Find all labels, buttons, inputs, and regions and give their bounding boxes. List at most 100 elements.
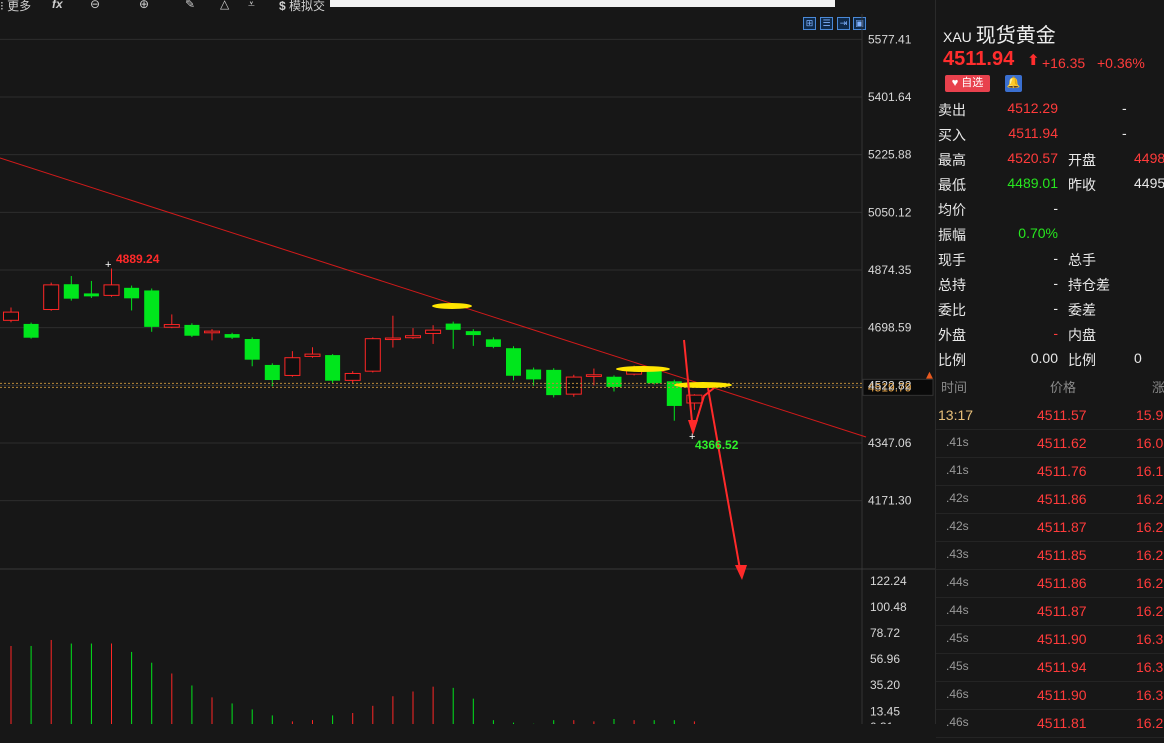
quote-row: 最高 4520.57 开盘 4498 <box>936 150 1164 175</box>
tick-header-price: 价格 <box>1050 380 1077 395</box>
highlight-marker <box>674 382 732 388</box>
volume-axis-label: 122.24 <box>870 574 907 588</box>
tick-row: 13:17 4511.57 15.9 <box>936 407 1164 435</box>
quote-label: 委差 <box>1068 302 1096 318</box>
candle-body <box>606 376 622 387</box>
candle-body <box>546 369 562 396</box>
tick-row: .41s 4511.62 16.0 <box>936 435 1164 463</box>
tick-change: 16.2 <box>1136 491 1164 507</box>
quote-panel: XAU 现货黄金 4511.94 ⬆ +16.35 +0.36% ♥ 自选 🔔 卖… <box>935 0 1164 738</box>
candle-body <box>144 290 160 327</box>
download-icon[interactable]: ⩡ <box>248 0 255 12</box>
candle-body <box>485 339 501 347</box>
quote-label: 持仓差 <box>1068 277 1110 293</box>
tick-time: 13:17 <box>938 407 974 423</box>
quote-row: 均价 - <box>936 200 1164 225</box>
candle-body <box>506 348 521 376</box>
quote-value: - <box>1053 300 1058 316</box>
candle-body <box>23 323 39 338</box>
tick-change: 16.2 <box>1136 715 1164 731</box>
tick-row-divider <box>936 737 1164 738</box>
candle-body <box>465 331 481 336</box>
sim-trade-button[interactable]: $ 模拟交 <box>279 0 325 14</box>
tick-row: .44s 4511.87 16.2 <box>936 603 1164 631</box>
quote-row: 现手 - 总手 <box>936 250 1164 275</box>
tick-row: .43s 4511.85 16.2 <box>936 547 1164 575</box>
tick-row-divider <box>936 513 1164 514</box>
zoom-in-icon[interactable]: ⊕ <box>139 0 149 11</box>
quote-value: - <box>1053 250 1058 266</box>
volume-axis-label: 78.72 <box>870 626 900 640</box>
tick-time: .41s <box>946 463 969 477</box>
quote-label: 最高 <box>938 152 966 168</box>
volume-axis-label: 56.96 <box>870 652 900 666</box>
more-label: 更多 <box>7 0 32 13</box>
candlestick-chart[interactable]: 4519.79▲+ 4889.24+4366.52 5577.415401.645… <box>0 14 935 724</box>
quote-label: 最低 <box>938 177 966 193</box>
candle-body <box>124 287 140 299</box>
quote-value: 4495 <box>1134 175 1164 191</box>
add-watchlist-button[interactable]: ♥ 自选 <box>945 75 990 92</box>
quote-value: - <box>1122 125 1127 141</box>
arrow-up-icon: ⬆ <box>1027 52 1040 69</box>
candle-body <box>526 369 542 380</box>
quote-value: 4489.01 <box>1007 175 1058 191</box>
tick-row: .45s 4511.94 16.3 <box>936 659 1164 687</box>
candle-body <box>445 323 461 330</box>
quote-row: 外盘 - 内盘 <box>936 325 1164 350</box>
tick-row-divider <box>936 541 1164 542</box>
quote-row: 振幅 0.70% <box>936 225 1164 250</box>
candle-body <box>43 284 60 310</box>
tick-row-divider <box>936 709 1164 710</box>
candle-body <box>344 372 361 381</box>
tick-change: 16.2 <box>1136 547 1164 563</box>
tick-row-divider <box>936 597 1164 598</box>
triangle-icon[interactable]: △ <box>220 0 229 11</box>
candle-body <box>264 364 280 381</box>
quote-label: 内盘 <box>1068 327 1096 343</box>
candle-body <box>103 284 120 296</box>
quote-label: 总手 <box>1068 252 1096 268</box>
symbol-name: 现货黄金 <box>975 25 1056 47</box>
zoom-out-icon[interactable]: ⊖ <box>90 0 100 11</box>
tick-change: 16.3 <box>1136 631 1164 647</box>
tick-price: 4511.86 <box>1037 575 1087 591</box>
bell-icon: 🔔 <box>1006 77 1021 89</box>
quote-row: 最低 4489.01 昨收 4495 <box>936 175 1164 200</box>
quote-value: 4520.57 <box>1007 150 1058 166</box>
tick-row-divider <box>936 653 1164 654</box>
quote-label: 开盘 <box>1068 152 1096 168</box>
highlight-marker <box>616 366 670 372</box>
candle-body <box>565 376 582 395</box>
candle-body <box>304 353 321 357</box>
quote-label: 振幅 <box>938 227 966 243</box>
candle-body <box>204 330 220 334</box>
alert-bell-button[interactable]: 🔔 <box>1005 75 1022 92</box>
quote-row: 比例 0.00 比例 0 <box>936 350 1164 375</box>
tick-row: .45s 4511.90 16.3 <box>936 631 1164 659</box>
price-axis-label: 5577.41 <box>868 32 912 46</box>
volume-axis-label: 35.20 <box>870 678 900 692</box>
volume-axis-label: 0.31 <box>870 720 894 724</box>
more-menu-button[interactable]: ⁝ 更多 <box>0 0 31 14</box>
tick-row: .46s 4511.90 16.3 <box>936 687 1164 715</box>
volume-axis-label: 100.48 <box>870 600 907 614</box>
quote-row: 卖出 4512.29 - <box>936 100 1164 125</box>
toolbar-blank-bar <box>330 0 835 7</box>
draw-pen-icon[interactable]: ✎ <box>185 0 195 11</box>
tick-price: 4511.90 <box>1037 687 1087 703</box>
tick-header-time: 时间 <box>941 380 968 395</box>
tick-row-divider <box>936 625 1164 626</box>
tick-time: .41s <box>946 435 969 449</box>
heart-icon: ♥ <box>951 77 959 89</box>
price-axis-label: 4698.59 <box>868 321 912 335</box>
tick-time: .42s <box>946 519 969 533</box>
candle-body <box>384 337 401 341</box>
tick-row: .41s 4511.76 16.1 <box>936 463 1164 491</box>
tick-time: .46s <box>946 715 969 729</box>
low-price-annotation: 4366.52 <box>695 438 739 452</box>
tick-change: 16.3 <box>1136 687 1164 703</box>
quote-value: 0.70% <box>1018 225 1058 241</box>
tick-row-divider <box>936 569 1164 570</box>
function-icon[interactable]: fx <box>52 0 63 11</box>
